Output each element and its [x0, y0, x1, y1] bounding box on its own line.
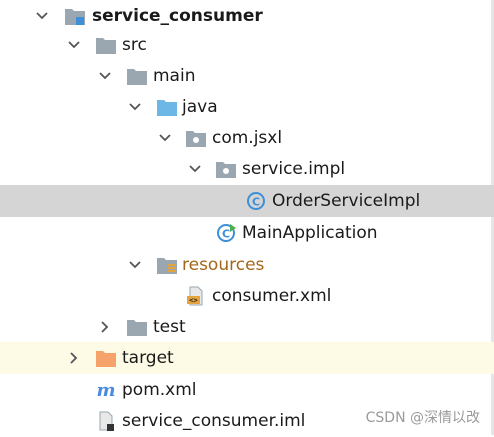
tree-label: service_consumer	[92, 6, 263, 26]
tree-label: OrderServiceImpl	[272, 191, 421, 211]
tree-row-order-service-impl[interactable]: C OrderServiceImpl	[0, 185, 494, 217]
chevron-down-icon[interactable]	[66, 37, 82, 53]
java-class-icon: C	[245, 191, 267, 211]
package-icon	[215, 159, 237, 179]
tree-row-java[interactable]: java	[0, 91, 494, 123]
chevron-down-icon[interactable]	[187, 161, 203, 177]
module-folder-icon	[64, 6, 86, 26]
tree-label: test	[153, 317, 186, 337]
tree-label: MainApplication	[242, 223, 378, 243]
tree-row-com-jsxl[interactable]: com.jsxl	[0, 122, 494, 154]
tree-row-consumer-xml[interactable]: <> consumer.xml	[0, 280, 494, 312]
chevron-down-icon[interactable]	[34, 8, 50, 24]
package-icon	[185, 128, 207, 148]
maven-icon: m	[95, 380, 117, 400]
tree-row-test[interactable]: test	[0, 311, 494, 343]
chevron-right-icon[interactable]	[66, 350, 82, 366]
tree-row-pom-xml[interactable]: m pom.xml	[0, 374, 494, 406]
folder-icon	[126, 317, 148, 337]
chevron-down-icon[interactable]	[127, 257, 143, 273]
tree-label: java	[182, 97, 218, 117]
tree-label: main	[153, 66, 196, 86]
tree-label: resources	[182, 255, 265, 275]
chevron-down-icon[interactable]	[157, 130, 173, 146]
svg-text:<>: <>	[189, 297, 197, 305]
tree-row-service-impl[interactable]: service.impl	[0, 153, 494, 185]
chevron-down-icon[interactable]	[97, 68, 113, 84]
tree-row-src[interactable]: src	[0, 29, 494, 61]
chevron-right-icon[interactable]	[97, 319, 113, 335]
iml-file-icon	[95, 411, 117, 431]
svg-text:C: C	[252, 196, 260, 209]
tree-label: target	[122, 348, 174, 368]
tree-label: service_consumer.iml	[122, 411, 306, 431]
folder-icon	[95, 35, 117, 55]
folder-icon	[126, 66, 148, 86]
tree-row-target[interactable]: target	[0, 342, 494, 374]
tree-label: consumer.xml	[212, 286, 332, 306]
excluded-folder-icon	[95, 348, 117, 368]
java-main-class-icon: C	[215, 223, 237, 243]
tree-label: src	[122, 35, 147, 55]
source-root-folder-icon	[156, 97, 178, 117]
tree-row-main[interactable]: main	[0, 60, 494, 92]
resources-folder-icon	[156, 255, 178, 275]
tree-row-main-application[interactable]: C MainApplication	[0, 217, 494, 249]
chevron-down-icon[interactable]	[127, 99, 143, 115]
watermark-text: CSDN @深情以改	[365, 410, 480, 426]
svg-text:C: C	[222, 228, 230, 241]
tree-label: com.jsxl	[212, 128, 283, 148]
xml-file-icon: <>	[185, 286, 207, 306]
tree-label: service.impl	[242, 159, 346, 179]
tree-row-resources[interactable]: resources	[0, 249, 494, 281]
tree-row-service-consumer[interactable]: service_consumer	[0, 0, 494, 32]
tree-label: pom.xml	[122, 380, 197, 400]
svg-text:m: m	[96, 380, 115, 400]
